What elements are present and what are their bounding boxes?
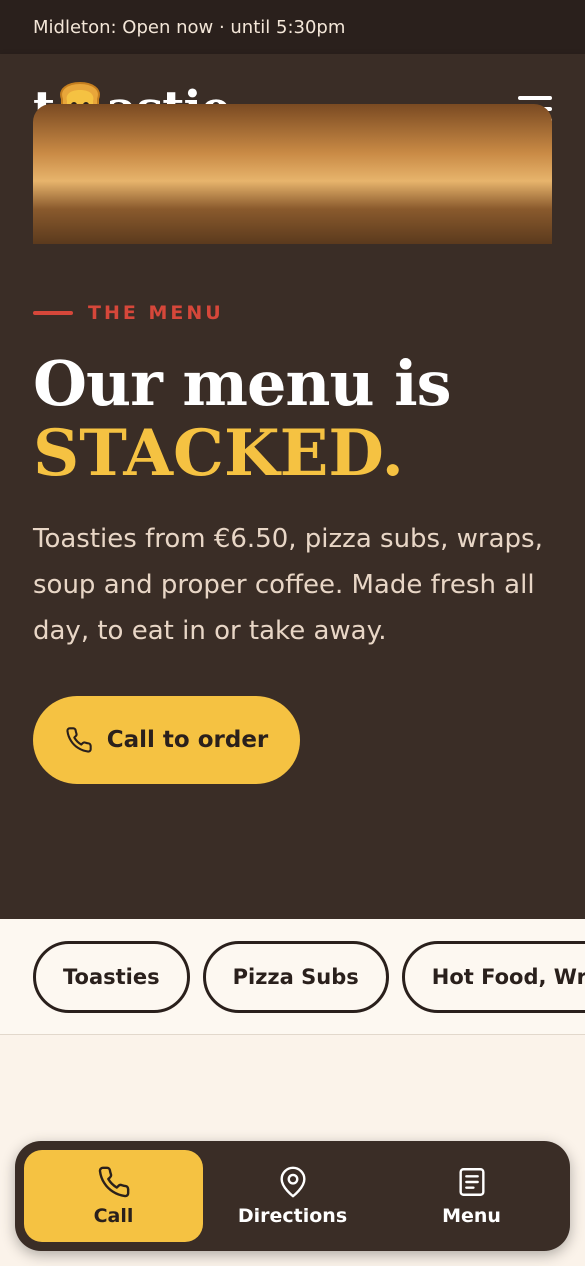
- phone-icon: [66, 727, 92, 753]
- cta-label: Call to order: [106, 727, 269, 753]
- bottom-navigation: Call Directions Menu: [15, 1141, 570, 1251]
- tab-hot-food-wraps[interactable]: Hot Food, Wraps: [401, 941, 585, 1013]
- hero-section: THE MENU Our menu is STACKED. Toasties f…: [0, 164, 585, 919]
- status-bar: Midleton: Open now · until 5:30pm: [0, 0, 585, 54]
- tab-toasties[interactable]: Toasties: [33, 941, 190, 1013]
- phone-icon: [98, 1166, 129, 1198]
- nav-menu-button[interactable]: Menu: [382, 1150, 561, 1242]
- hero-description: Toasties from €6.50, pizza subs, wraps, …: [33, 524, 543, 646]
- eyebrow-label: THE MENU: [88, 302, 224, 324]
- page-title: Our menu is STACKED.: [33, 347, 452, 491]
- map-pin-icon: [279, 1166, 306, 1198]
- nav-directions-label: Directions: [237, 1205, 348, 1227]
- eyebrow-line: [33, 311, 73, 315]
- nav-call-button[interactable]: Call: [24, 1150, 203, 1242]
- section-eyebrow: THE MENU: [33, 302, 224, 324]
- menu-category-tabs: Toasties Pizza Subs Hot Food, Wraps: [0, 919, 585, 1035]
- nav-menu-label: Menu: [442, 1205, 501, 1227]
- call-to-order-button[interactable]: Call to order: [33, 696, 300, 784]
- title-line-1: Our menu is: [33, 347, 452, 420]
- opening-status: Midleton: Open now · until 5:30pm: [33, 16, 346, 38]
- food-photo: [33, 104, 552, 244]
- tab-pizza-subs[interactable]: Pizza Subs: [202, 941, 389, 1013]
- nav-directions-button[interactable]: Directions: [203, 1150, 382, 1242]
- menu-doc-icon: [458, 1168, 485, 1196]
- nav-call-label: Call: [93, 1205, 134, 1227]
- title-line-2: STACKED.: [33, 416, 404, 491]
